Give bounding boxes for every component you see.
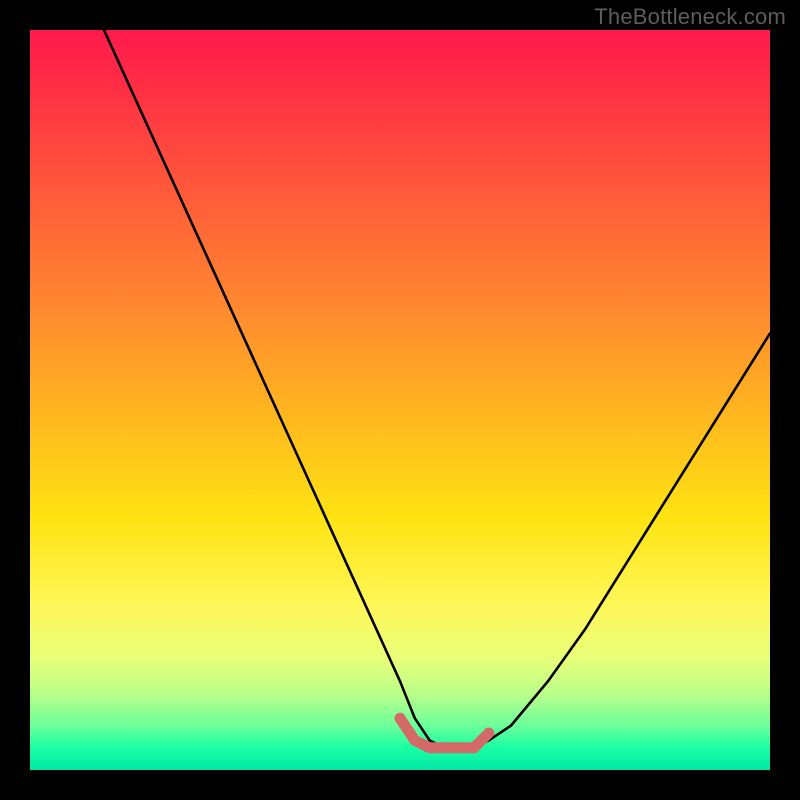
plot-area <box>30 30 770 770</box>
curve-layer <box>30 30 770 770</box>
watermark-label: TheBottleneck.com <box>594 4 786 30</box>
valley-highlight <box>400 718 489 748</box>
bottleneck-curve <box>104 30 770 748</box>
chart-frame: TheBottleneck.com <box>0 0 800 800</box>
